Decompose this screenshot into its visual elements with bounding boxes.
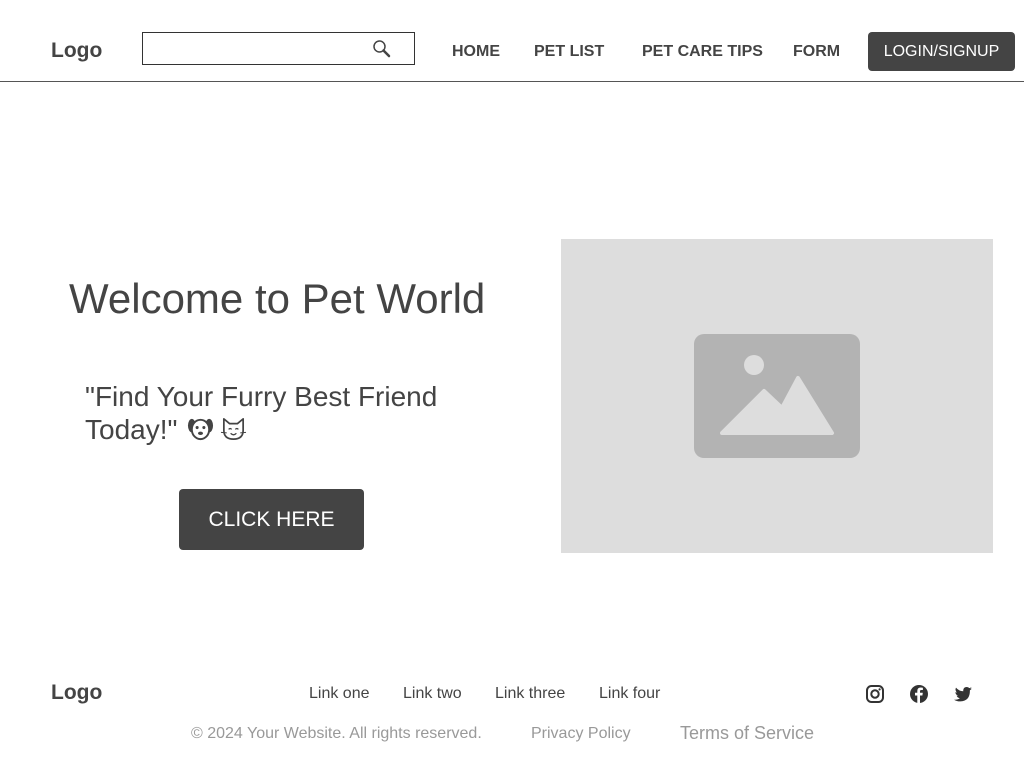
nav-pet-care-tips[interactable]: PET CARE TIPS [642,43,763,61]
page: Logo HOME PET LIST PET CARE TIPS FORM LO… [0,0,1024,769]
login-signup-button[interactable]: LOGIN/SIGNUP [868,32,1015,71]
dog-face-icon [188,418,214,441]
image-placeholder-icon [694,334,860,458]
hero-quote-text: "Find Your Furry Best Friend Today!" [85,381,438,445]
copyright-text: © 2024 Your Website. All rights reserved… [191,725,482,742]
hero-tagline: "Find Your Furry Best Friend Today!" [85,380,485,446]
footer-link-three[interactable]: Link three [495,685,565,703]
footer-link-one[interactable]: Link one [309,685,370,703]
privacy-policy-link[interactable]: Privacy Policy [531,725,631,743]
hero-title: Welcome to Pet World [69,275,486,322]
search-icon[interactable] [372,39,392,59]
nav-home[interactable]: HOME [452,43,500,61]
facebook-icon[interactable] [909,684,929,704]
search-box[interactable] [142,32,415,65]
hero-image-placeholder [561,239,993,553]
terms-of-service-link[interactable]: Terms of Service [680,723,814,744]
cat-face-icon [221,418,247,441]
footer-link-four[interactable]: Link four [599,685,660,703]
footer-logo[interactable]: Logo [51,681,102,705]
pet-icons [187,415,247,442]
click-here-button[interactable]: CLICK HERE [179,489,364,550]
nav-pet-list[interactable]: PET LIST [534,43,604,61]
footer-link-two[interactable]: Link two [403,685,462,703]
nav-form[interactable]: FORM [793,43,840,61]
twitter-icon[interactable] [953,684,973,704]
header-logo[interactable]: Logo [51,39,102,63]
instagram-icon[interactable] [865,684,885,704]
search-input[interactable] [149,37,354,61]
site-header: Logo HOME PET LIST PET CARE TIPS FORM LO… [0,0,1024,82]
